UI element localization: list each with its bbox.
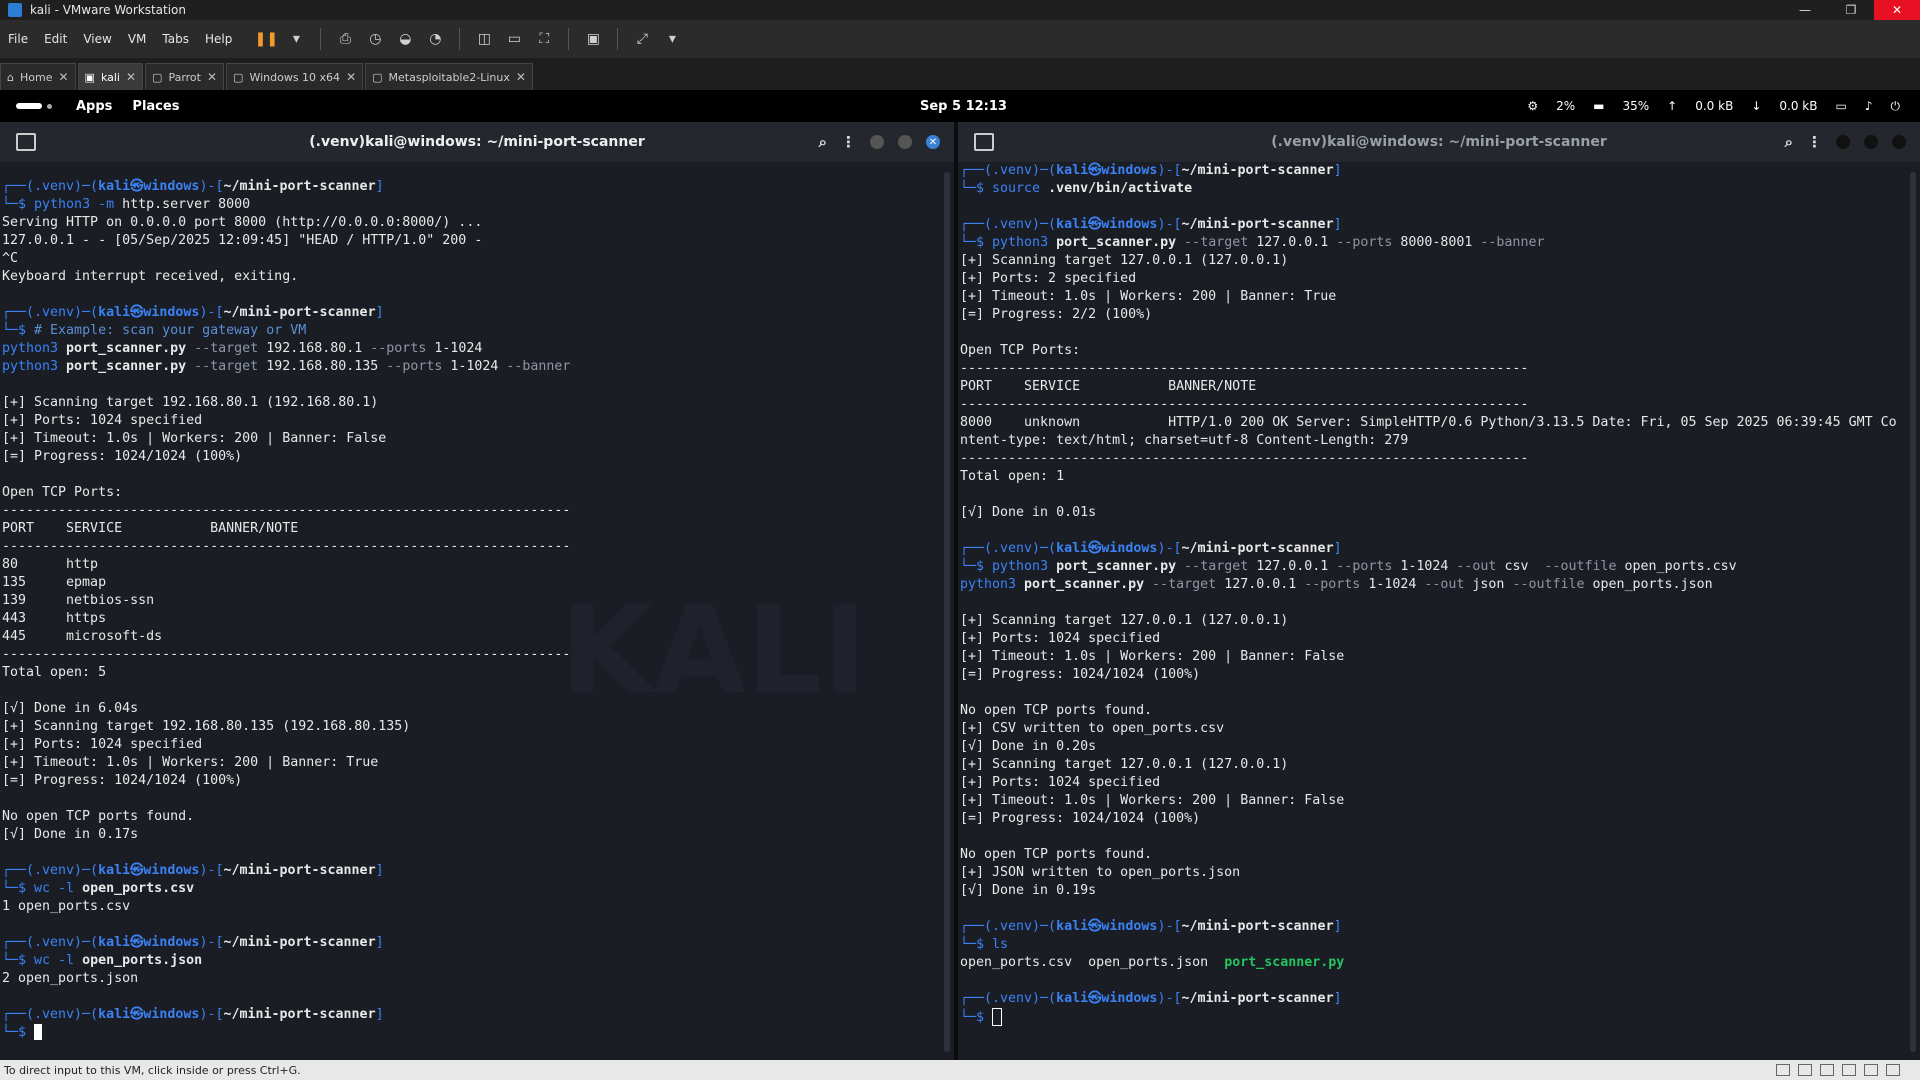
fullscreen-icon[interactable]: ⛶: [532, 28, 556, 50]
maximize-button[interactable]: ❐: [1828, 0, 1874, 20]
terminal-cursor: [34, 1024, 43, 1040]
terminal-title: (.venv)kali@windows: ~/mini-port-scanner: [309, 134, 645, 150]
vmware-status-bar: To direct input to this VM, click inside…: [0, 1060, 1920, 1080]
console-view-icon[interactable]: ▣: [581, 28, 605, 50]
vm-icon: ▢: [372, 70, 383, 84]
hdd-icon[interactable]: [1776, 1064, 1790, 1076]
menu-tabs[interactable]: Tabs: [154, 32, 197, 46]
vm-icon: ▢: [233, 70, 244, 84]
apps-menu[interactable]: Apps: [76, 99, 112, 114]
snapshot-icon[interactable]: ◷: [363, 28, 387, 50]
usb-icon[interactable]: [1842, 1064, 1856, 1076]
close-icon[interactable]: [1892, 135, 1906, 149]
maximize-icon[interactable]: [1864, 135, 1878, 149]
menu-edit[interactable]: Edit: [36, 32, 75, 46]
tab-label: Windows 10 x64: [249, 70, 341, 84]
window-titlebar: kali - VMware Workstation — ❐ ✕: [0, 0, 1920, 20]
menu-icon[interactable]: ⋮: [1807, 133, 1822, 151]
upload-icon: ↑: [1667, 99, 1678, 113]
menu-bar: File Edit View VM Tabs Help ❚❚ ▾ ⎙ ◷ ◒ ◔…: [0, 20, 1920, 58]
screen-icon[interactable]: ▭: [1835, 99, 1846, 113]
vm-icon: ▣: [84, 70, 95, 84]
memory-icon: ▬: [1593, 99, 1605, 113]
tab-label: Metasploitable2-Linux: [388, 70, 510, 84]
thumbnail-bar-icon[interactable]: ▭: [502, 28, 526, 50]
sound-icon[interactable]: [1864, 1064, 1878, 1076]
close-icon[interactable]: ✕: [126, 70, 136, 84]
vm-tabs: ⌂ Home ✕ ▣ kali ✕ ▢ Parrot ✕ ▢ Windows 1…: [0, 58, 1920, 90]
terminal-header: (.venv)kali@windows: ~/mini-port-scanner…: [0, 122, 954, 162]
clock[interactable]: Sep 5 12:13: [920, 99, 1007, 114]
terminal-left[interactable]: (.venv)kali@windows: ~/mini-port-scanner…: [0, 122, 954, 1060]
tab-windows10[interactable]: ▢ Windows 10 x64 ✕: [226, 63, 364, 90]
workspace-dot[interactable]: [47, 103, 52, 109]
display-icon[interactable]: [1886, 1064, 1900, 1076]
terminal-header: (.venv)kali@windows: ~/mini-port-scanner…: [958, 122, 1920, 162]
close-icon[interactable]: ✕: [516, 70, 526, 84]
minimize-button[interactable]: —: [1782, 0, 1828, 20]
close-icon[interactable]: ✕: [207, 70, 217, 84]
snapshot-manager-icon[interactable]: ◔: [423, 28, 447, 50]
cpu-icon: ⚙: [1527, 99, 1539, 113]
vmware-icon: [8, 3, 22, 17]
pause-icon[interactable]: ❚❚: [254, 28, 278, 50]
upload-rate: 0.0 kB: [1695, 99, 1734, 113]
power-icon[interactable]: ⏻: [1891, 99, 1901, 114]
network-icon[interactable]: [1820, 1064, 1834, 1076]
send-ctrl-alt-del-icon[interactable]: ⎙: [333, 28, 357, 50]
tab-kali[interactable]: ▣ kali ✕: [77, 63, 144, 90]
terminal-right[interactable]: (.venv)kali@windows: ~/mini-port-scanner…: [958, 122, 1920, 1060]
stretch-dropdown-icon[interactable]: ▾: [660, 28, 684, 50]
minimize-icon[interactable]: [1836, 135, 1850, 149]
tab-parrot[interactable]: ▢ Parrot ✕: [145, 63, 225, 90]
tab-label: kali: [100, 70, 120, 84]
library-icon[interactable]: ◫: [472, 28, 496, 50]
stretch-icon[interactable]: ⤢: [630, 28, 654, 50]
terminal-title: (.venv)kali@windows: ~/mini-port-scanner: [1271, 134, 1607, 150]
menu-help[interactable]: Help: [197, 32, 240, 46]
search-icon[interactable]: ⌕: [819, 133, 827, 151]
terminal-output: ┌──(.venv)─(kali㉿windows)-[~/mini-port-s…: [2, 179, 571, 1040]
tab-metasploitable[interactable]: ▢ Metasploitable2-Linux ✕: [365, 63, 533, 90]
revert-snapshot-icon[interactable]: ◒: [393, 28, 417, 50]
maximize-icon[interactable]: [898, 135, 912, 149]
tab-label: Parrot: [168, 70, 201, 84]
scrollbar[interactable]: [944, 172, 950, 1052]
cpu-usage: 2%: [1556, 99, 1576, 113]
close-icon[interactable]: ✕: [346, 70, 356, 84]
menu-vm[interactable]: VM: [120, 32, 155, 46]
download-rate: 0.0 kB: [1779, 99, 1818, 113]
search-icon[interactable]: ⌕: [1785, 133, 1793, 151]
cd-icon[interactable]: [1798, 1064, 1812, 1076]
menu-file[interactable]: File: [0, 32, 36, 46]
volume-icon[interactable]: ♪: [1865, 99, 1873, 113]
vm-icon: ▢: [152, 70, 163, 84]
menu-icon[interactable]: ⋮: [841, 133, 856, 151]
places-menu[interactable]: Places: [132, 99, 179, 114]
tab-home[interactable]: ⌂ Home ✕: [0, 63, 76, 90]
minimize-icon[interactable]: [870, 135, 884, 149]
terminal-output: ┌──(.venv)─(kali㉿windows)-[~/mini-port-s…: [960, 163, 1897, 1026]
close-icon[interactable]: ✕: [58, 70, 68, 84]
kali-top-panel: Apps Places Sep 5 12:13 ⚙ 2% ▬ 35% ↑ 0.0 kB…: [0, 90, 1920, 122]
dropdown-icon[interactable]: ▾: [284, 28, 308, 50]
terminal-cursor: [992, 1008, 1003, 1026]
home-icon: ⌂: [7, 70, 14, 84]
window-title: kali - VMware Workstation: [30, 3, 186, 17]
workspace-indicator[interactable]: [16, 103, 42, 109]
tab-label: Home: [19, 70, 53, 84]
close-button[interactable]: ✕: [1874, 0, 1920, 20]
menu-view[interactable]: View: [75, 32, 119, 46]
download-icon: ↓: [1751, 99, 1762, 113]
status-text: To direct input to this VM, click inside…: [4, 1063, 301, 1077]
memory-usage: 35%: [1622, 99, 1650, 113]
close-icon[interactable]: ✕: [926, 135, 940, 149]
scrollbar[interactable]: [1910, 172, 1916, 1052]
